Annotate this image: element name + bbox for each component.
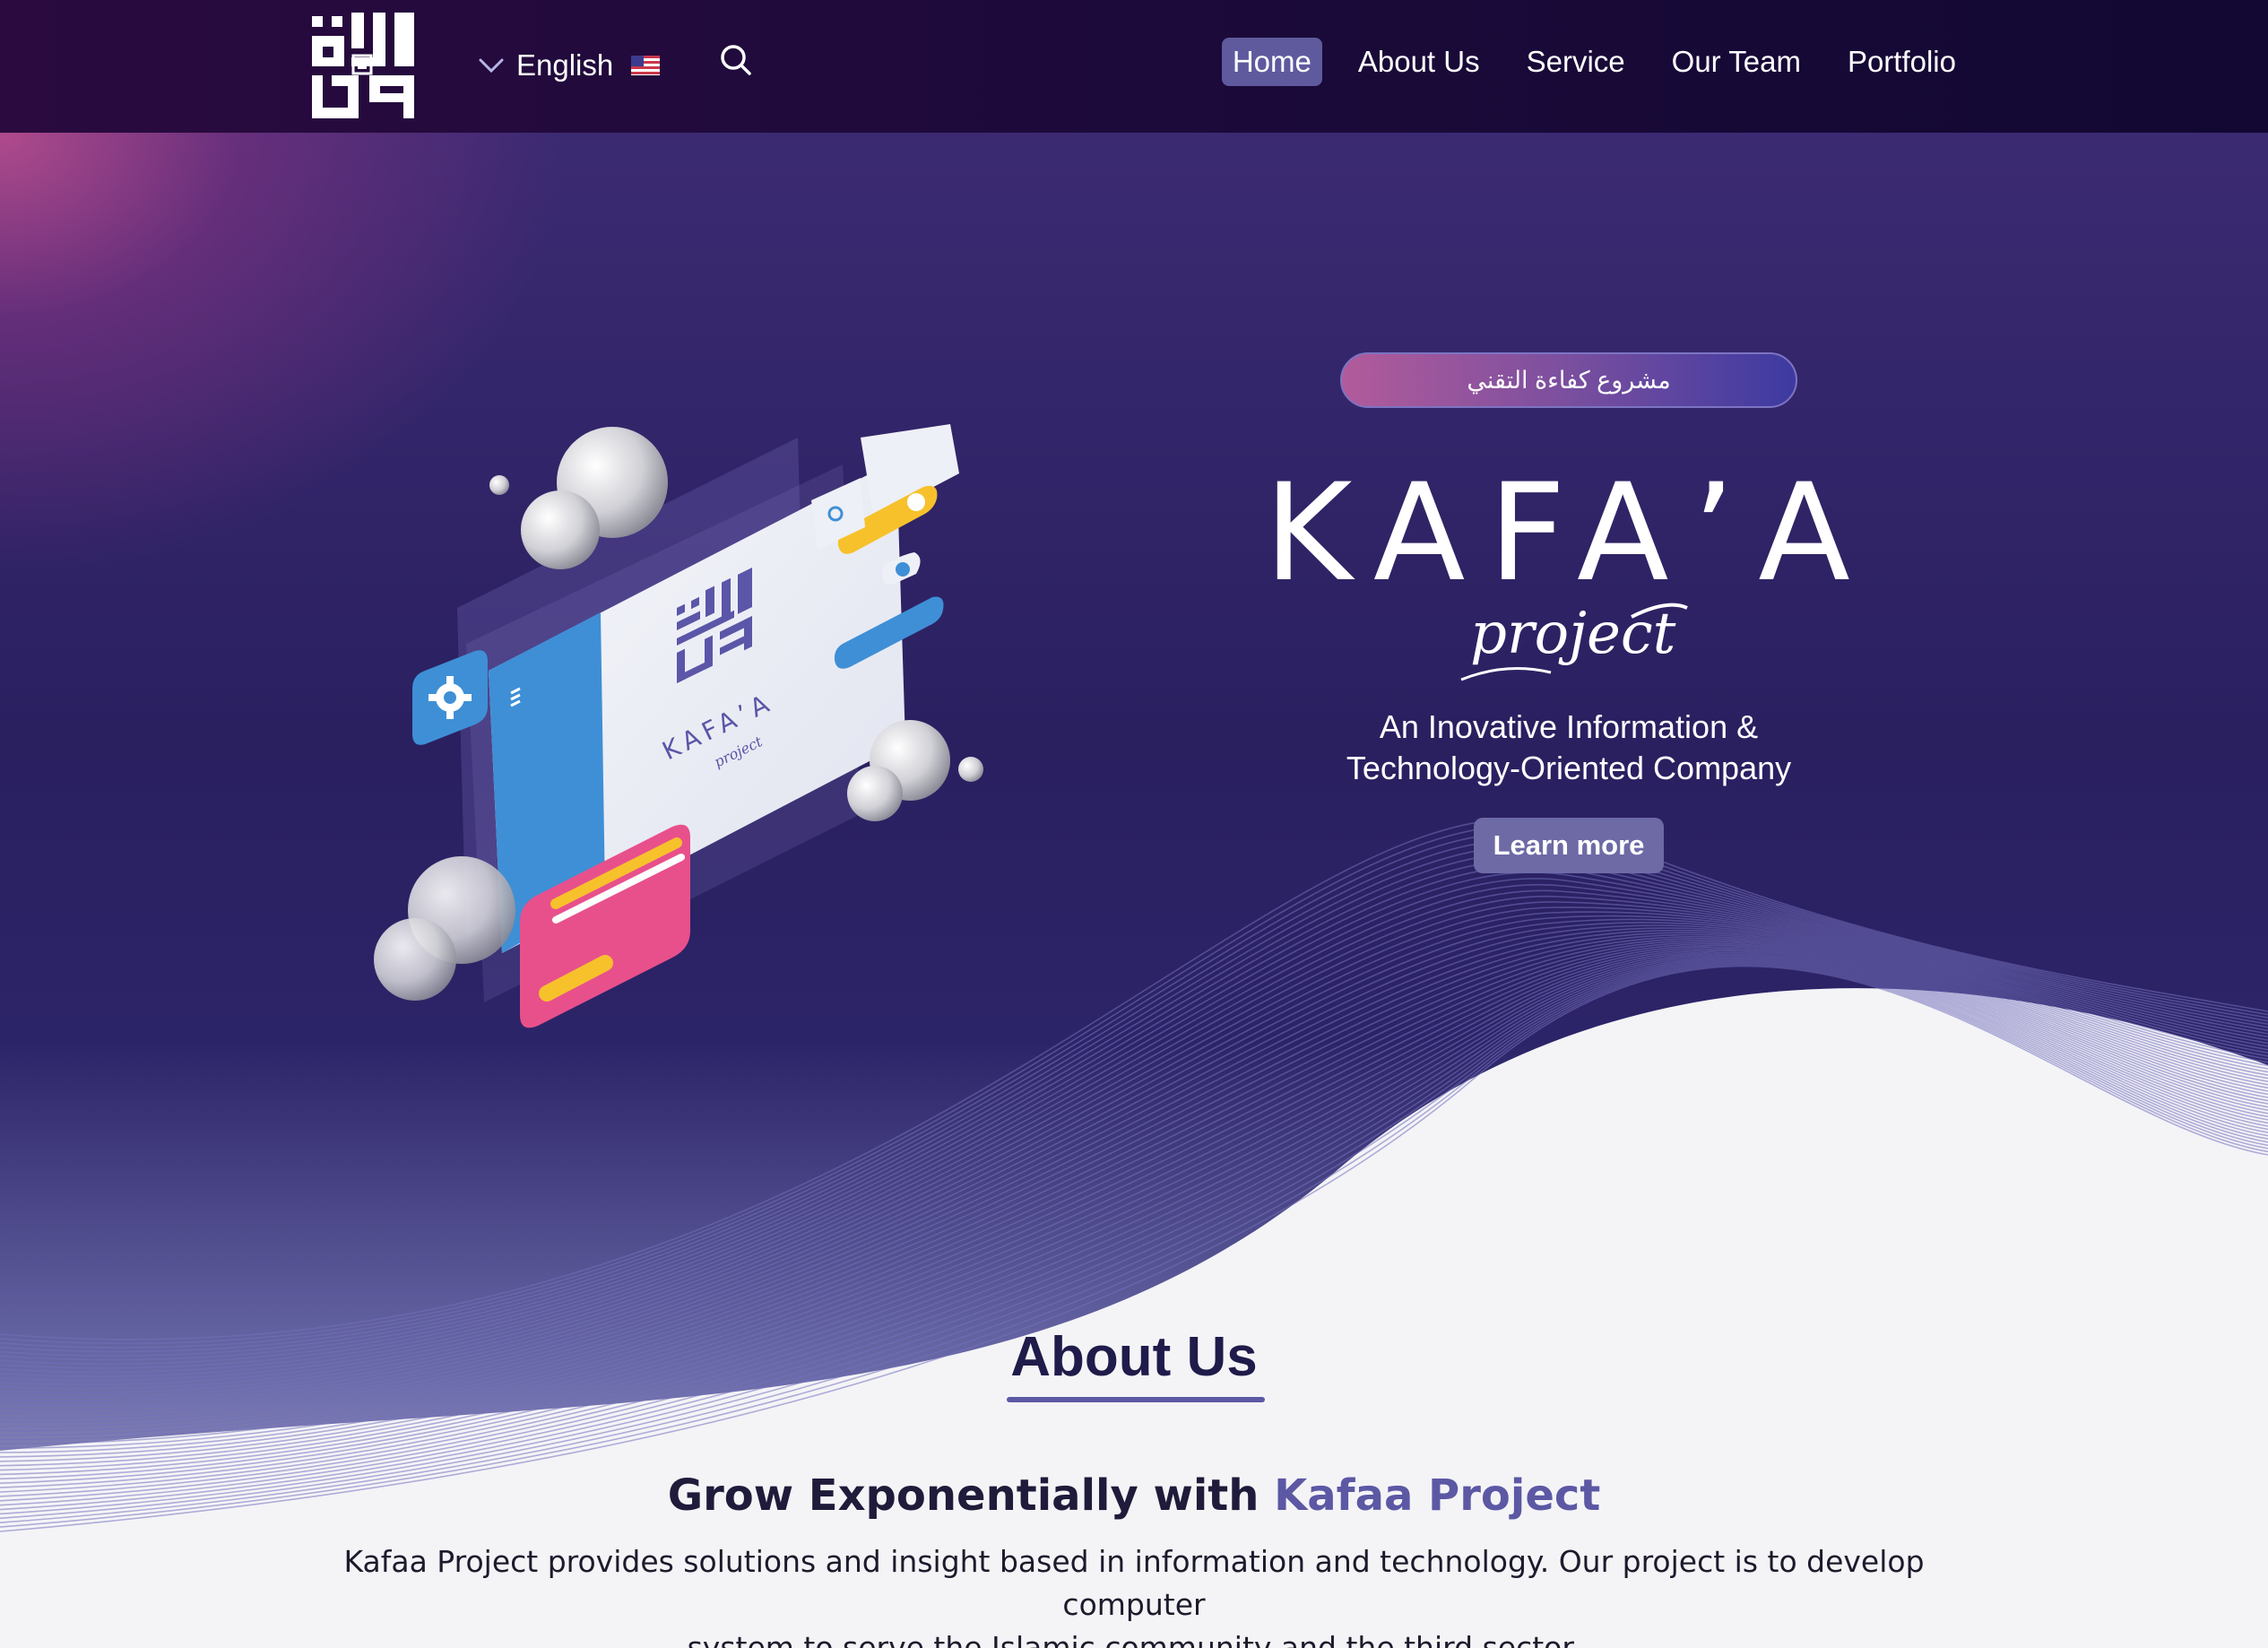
wave-background xyxy=(0,818,2268,1648)
project-script: project xyxy=(1460,601,1688,681)
nav-about-us[interactable]: About Us xyxy=(1347,38,1491,86)
nav-home[interactable]: Home xyxy=(1221,38,1322,86)
about-us-heading: About Us xyxy=(1010,1326,1258,1388)
logo-icon[interactable] xyxy=(307,11,420,120)
search-icon[interactable] xyxy=(717,41,755,79)
tagline-line-2: Technology-Oriented Company xyxy=(1346,750,1792,786)
main-nav: Home About Us Service Our Team Portfolio xyxy=(1221,38,1967,86)
nav-our-team[interactable]: Our Team xyxy=(1661,38,1812,86)
about-text-line-2: system to serve the Islamic community an… xyxy=(687,1630,1581,1648)
arabic-project-pill: مشروع كفاءة التقني xyxy=(1340,352,1797,408)
chevron-down-icon xyxy=(479,58,504,74)
about-subtitle: Grow Exponentially with Kafaa Project xyxy=(0,1470,2268,1521)
about-us-underline xyxy=(1007,1397,1265,1402)
nav-service[interactable]: Service xyxy=(1516,38,1636,86)
language-label: English xyxy=(516,48,614,82)
language-selector[interactable]: English xyxy=(477,48,661,82)
hero-tagline: An Inovative Information & Technology-Or… xyxy=(1300,707,1838,789)
about-text-line-1: Kafaa Project provides solutions and ins… xyxy=(343,1544,1925,1622)
navbar: English Home About Us Service Our Team P… xyxy=(0,0,2268,133)
us-flag-icon xyxy=(631,56,661,75)
learn-more-button[interactable]: Learn more xyxy=(1474,818,1664,873)
hero-section: KAFA’A project مشروع كفاءة التقني KAFA’A… xyxy=(0,133,2268,1648)
about-description: Kafaa Project provides solutions and ins… xyxy=(305,1540,1963,1648)
brand-title: KAFA’A xyxy=(1264,455,1874,611)
tagline-line-1: An Inovative Information & xyxy=(1379,708,1759,745)
about-subtitle-accent: Kafaa Project xyxy=(1274,1470,1601,1521)
nav-portfolio[interactable]: Portfolio xyxy=(1837,38,1967,86)
hero-illustration: KAFA’A project xyxy=(374,424,983,1028)
about-subtitle-prefix: Grow Exponentially with xyxy=(667,1470,1275,1521)
